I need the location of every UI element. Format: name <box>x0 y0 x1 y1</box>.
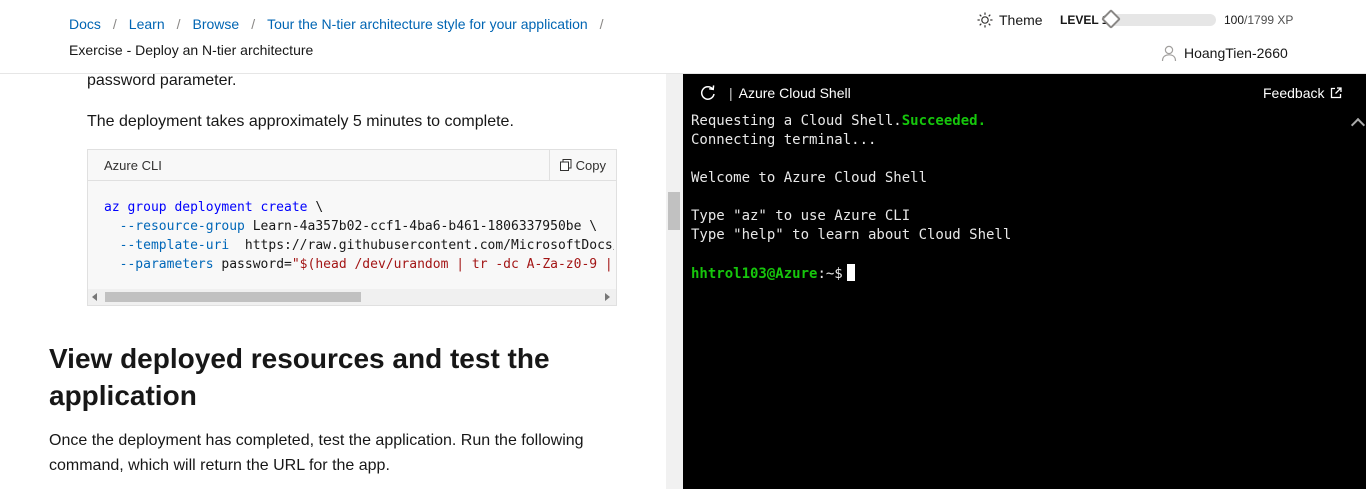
code-option-template-uri: --template-uri <box>119 238 230 253</box>
site-header: Docs / Learn / Browse / Tour the N-tier … <box>0 0 1366 74</box>
xp-total: /1799 XP <box>1244 13 1294 27</box>
paragraph-deploy-time: The deployment takes approximately 5 min… <box>87 113 514 130</box>
page-scroll-thumb[interactable] <box>668 192 680 230</box>
code-option-resource-group: --resource-group <box>119 219 245 234</box>
terminal-output[interactable]: Requesting a Cloud Shell.Succeeded. Conn… <box>691 112 1011 284</box>
theme-button[interactable]: Theme <box>977 12 1043 28</box>
code-text[interactable]: az group deployment create \ --resource-… <box>104 198 614 274</box>
breadcrumb-browse[interactable]: Browse <box>193 16 240 32</box>
terminal-prompt: hhtrol103@Azure <box>691 266 818 282</box>
feedback-link[interactable]: Feedback <box>1263 85 1343 101</box>
breadcrumb-separator: / <box>176 16 181 32</box>
xp-progress-bar <box>1108 14 1216 26</box>
code-block-header: Azure CLI Copy <box>88 150 616 181</box>
cloud-shell-title: | Azure Cloud Shell <box>729 85 851 101</box>
code-value-parameters: password= <box>213 257 292 272</box>
terminal-succeeded: Succeeded. <box>901 113 987 129</box>
terminal-line-connecting: Connecting terminal... <box>691 132 877 148</box>
code-continuation: \ <box>307 200 324 215</box>
page-vertical-scrollbar[interactable] <box>666 74 683 489</box>
theme-label: Theme <box>999 12 1043 28</box>
terminal-scrollbar[interactable] <box>1350 112 1366 489</box>
terminal-line-welcome: Welcome to Azure Cloud Shell <box>691 170 928 186</box>
code-value-resource-group: Learn-4a357b02-ccf1-4ba6-b461-1806337950… <box>244 219 598 234</box>
breadcrumb-learn[interactable]: Learn <box>129 16 165 32</box>
terminal-line-requesting: Requesting a Cloud Shell. <box>691 113 902 129</box>
breadcrumb: Docs / Learn / Browse / Tour the N-tier … <box>69 16 616 32</box>
paragraph-test-app: Once the deployment has completed, test … <box>49 432 584 474</box>
copy-button[interactable]: Copy <box>548 150 616 180</box>
xp-readout: 100/1799 XP <box>1224 13 1293 27</box>
code-string-password: "$(head /dev/urandom | tr -dc A-Za-z0-9 … <box>291 257 614 272</box>
external-link-icon <box>1331 87 1343 99</box>
code-horizontal-scrollbar[interactable] <box>88 289 616 305</box>
section-heading: View deployed resources and test the app… <box>49 343 550 411</box>
copy-icon <box>559 159 572 171</box>
code-value-template-uri: https://raw.githubusercontent.com/Micros… <box>229 238 614 253</box>
breadcrumb-docs[interactable]: Docs <box>69 16 101 32</box>
cloud-shell-title-text: Azure Cloud Shell <box>738 85 851 101</box>
breadcrumb-current: Exercise - Deploy an N-tier architecture <box>69 42 314 58</box>
scroll-left-icon[interactable] <box>92 293 97 301</box>
user-profile[interactable]: HoangTien-2660 <box>1160 44 1288 62</box>
cloud-shell-panel: | Azure Cloud Shell Feedback Requesting a… <box>683 74 1366 489</box>
breadcrumb-module[interactable]: Tour the N-tier architecture style for y… <box>267 16 588 32</box>
breadcrumb-separator: / <box>251 16 256 32</box>
scroll-up-icon[interactable] <box>1350 117 1366 133</box>
feedback-label: Feedback <box>1263 85 1325 101</box>
code-language-label: Azure CLI <box>104 157 162 173</box>
terminal-line-az: Type "az" to use Azure CLI <box>691 208 911 224</box>
paragraph-password: password parameter. <box>87 74 237 89</box>
breadcrumb-separator: / <box>599 16 604 32</box>
restart-icon[interactable] <box>699 84 717 102</box>
code-scroll-thumb[interactable] <box>105 292 361 302</box>
terminal-prompt-suffix: :~$ <box>817 266 843 282</box>
terminal-line-help: Type "help" to learn about Cloud Shell <box>691 227 1012 243</box>
breadcrumb-separator: / <box>112 16 117 32</box>
xp-current: 100 <box>1224 13 1245 27</box>
copy-label: Copy <box>575 157 606 173</box>
code-block: Azure CLI Copy az group deployment creat… <box>87 149 617 306</box>
username: HoangTien-2660 <box>1184 45 1288 61</box>
sun-icon <box>977 12 993 28</box>
cloud-shell-toolbar: | Azure Cloud Shell Feedback <box>683 74 1366 112</box>
user-icon <box>1161 45 1177 62</box>
article-content: password parameter. The deployment takes… <box>0 74 666 489</box>
code-command: az group deployment create <box>104 200 308 215</box>
terminal-cursor <box>846 264 855 281</box>
code-option-parameters: --parameters <box>119 257 214 272</box>
scroll-right-icon[interactable] <box>605 293 610 301</box>
